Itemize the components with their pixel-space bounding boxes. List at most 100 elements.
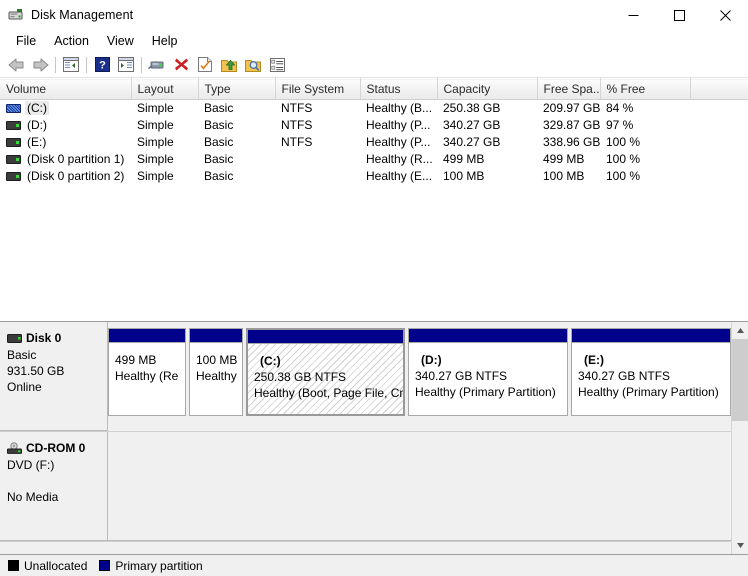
cell-status: Healthy (R... [366,152,433,166]
cell-percent-free: 100 % [606,169,641,183]
partition-color-bar [248,330,403,344]
scrollbar-track[interactable] [732,339,748,537]
disk-info-disk0[interactable]: Disk 0 Basic 931.50 GB Online [0,322,108,431]
partition-status: Healthy [196,369,237,383]
forward-icon[interactable] [28,54,52,76]
volume-name: (C:) [25,101,49,116]
column-header-layout[interactable]: Layout [131,78,199,100]
cdrom-type: DVD (F:) [7,458,55,472]
column-header-free-space[interactable]: Free Spa... [537,78,601,100]
menu-help[interactable]: Help [143,32,187,50]
legend-entry-primary-partition: Primary partition [99,559,203,573]
partition-status: Healthy (Primary Partition) [578,385,719,399]
cell-volume: (Disk 0 partition 2) [0,168,131,185]
show-hide-action-pane-icon[interactable] [114,54,138,76]
cell-capacity: 250.38 GB [443,101,501,116]
toolbar-separator [141,56,142,73]
properties-icon[interactable] [193,54,217,76]
cell-type: Basic [204,169,234,183]
cell-layout: Simple [137,152,174,166]
disk-info-cdrom0[interactable]: CD-ROM 0 DVD (F:) No Media [0,432,108,541]
cell-file-system: NTFS [281,101,313,116]
cdrom-empty-area[interactable] [108,432,731,541]
cell-type: Basic [204,101,234,116]
extend-volume-icon[interactable] [217,54,241,76]
cell-volume: (Disk 0 partition 1) [0,151,131,168]
partition-body: (E:) 340.27 GB NTFS Healthy (Primary Par… [572,343,730,415]
show-hide-console-tree-icon[interactable] [59,54,83,76]
cell-volume: (C:) [0,100,131,117]
minimize-button[interactable] [610,0,656,30]
delete-icon[interactable] [169,54,193,76]
partition-status: Healthy (Re [115,369,179,383]
help-icon[interactable]: ? [90,54,114,76]
cell-type: Basic [204,152,234,166]
cell-status: Healthy (B... [366,101,433,116]
graphical-view-scrollbar[interactable] [731,322,748,554]
partition-block-e[interactable]: (E:) 340.27 GB NTFS Healthy (Primary Par… [571,328,731,416]
column-header-extra[interactable] [690,78,748,100]
search-volume-icon[interactable] [241,54,265,76]
column-header-type[interactable]: Type [198,78,276,100]
list-view-icon[interactable] [265,54,289,76]
legend-label-unallocated: Unallocated [24,558,88,573]
svg-text:?: ? [99,60,106,72]
menu-view[interactable]: View [98,32,143,50]
cell-capacity: 340.27 GB [443,118,501,132]
partition-body: 499 MB Healthy (Re [109,343,185,415]
volume-list-pane: Volume Layout Type File System Status Ca… [0,78,748,322]
drive-icon [6,137,21,147]
close-button[interactable] [702,0,748,30]
scrollbar-thumb[interactable] [732,339,748,421]
menu-file[interactable]: File [7,32,45,50]
table-row[interactable]: (C:) Simple Basic NTFS Healthy (B... 250… [0,100,748,117]
cell-free-space: 100 MB [543,169,585,183]
drive-icon [6,103,21,113]
partition-size: 250.38 GB NTFS [254,370,347,384]
partition-block-1[interactable]: 100 MB Healthy [189,328,243,416]
partition-color-bar [109,329,185,343]
rescan-disks-icon[interactable] [145,54,169,76]
cell-type: Basic [204,135,234,149]
scroll-up-icon[interactable] [732,322,748,339]
table-row[interactable]: (E:) Simple Basic NTFS Healthy (P... 340… [0,134,748,151]
back-icon[interactable] [4,54,28,76]
graphical-view-content: Disk 0 Basic 931.50 GB Online 499 MB Hea… [0,322,731,554]
partition-size: 340.27 GB NTFS [578,369,671,383]
disk-status: Online [7,380,42,394]
cell-free-space: 329.87 GB [543,118,600,132]
column-header-status[interactable]: Status [360,78,438,100]
partition-body: (D:) 340.27 GB NTFS Healthy (Primary Par… [409,343,567,415]
cell-status: Healthy (E... [366,169,433,183]
drive-icon [6,154,21,164]
drive-icon [6,171,21,181]
partition-block-0[interactable]: 499 MB Healthy (Re [108,328,186,416]
partition-drive-letter: (C:) [260,354,281,368]
window-controls [610,0,748,30]
cell-layout: Simple [137,135,174,149]
disk-size: 931.50 GB [7,364,65,378]
partition-block-d[interactable]: (D:) 340.27 GB NTFS Healthy (Primary Par… [408,328,568,416]
column-header-file-system[interactable]: File System [275,78,361,100]
partition-strip-disk0: 499 MB Healthy (Re 100 MB Healthy (C:) 2… [108,322,731,431]
disk-title: Disk 0 [7,330,107,346]
column-header-capacity[interactable]: Capacity [437,78,538,100]
cell-capacity: 100 MB [443,169,485,183]
table-row[interactable]: (D:) Simple Basic NTFS Healthy (P... 340… [0,117,748,134]
table-row[interactable]: (Disk 0 partition 1) Simple Basic Health… [0,151,748,168]
cell-type: Basic [204,118,234,132]
cell-free-space: 338.96 GB [543,135,600,149]
column-header-volume[interactable]: Volume [0,78,132,100]
table-row[interactable]: (Disk 0 partition 2) Simple Basic Health… [0,168,748,185]
volume-table-header-row: Volume Layout Type File System Status Ca… [0,78,748,100]
cell-file-system [275,151,360,168]
disk-icon [7,333,22,343]
scroll-down-icon[interactable] [732,537,748,554]
disk-row-cdrom0: CD-ROM 0 DVD (F:) No Media [0,432,731,542]
cell-percent-free: 97 % [606,118,634,132]
partition-block-c[interactable]: (C:) 250.38 GB NTFS Healthy (Boot, Page … [246,328,405,416]
maximize-button[interactable] [656,0,702,30]
column-header-percent-free[interactable]: % Free [600,78,691,100]
menu-action[interactable]: Action [45,32,98,50]
cell-layout: Simple [137,118,174,132]
